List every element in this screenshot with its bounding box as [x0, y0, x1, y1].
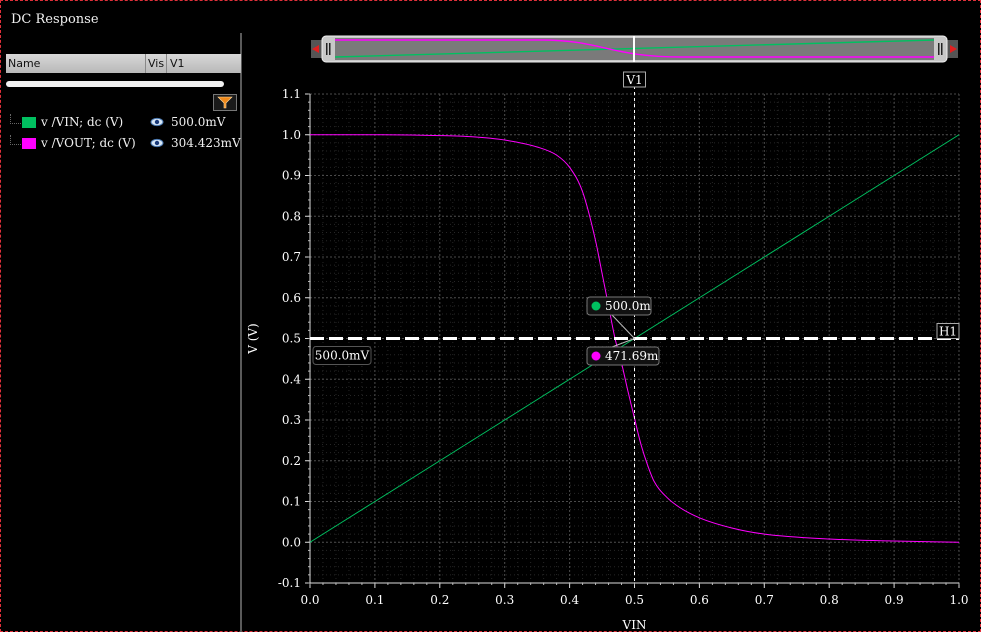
grip-left-icon[interactable]: [329, 43, 331, 55]
filter-icon: [217, 96, 233, 109]
column-vis[interactable]: Vis: [148, 57, 164, 70]
legend-header: Name Vis V1: [6, 54, 241, 73]
overview-scrollbar[interactable]: [311, 35, 958, 63]
grip-left-icon[interactable]: [326, 43, 328, 55]
cursor-value: 500.0mV: [171, 115, 226, 129]
eye-icon[interactable]: [150, 116, 164, 128]
filter-button[interactable]: [213, 94, 237, 111]
eye-icon[interactable]: [150, 137, 164, 149]
column-separator[interactable]: [145, 54, 146, 73]
window-frame: [0, 0, 981, 632]
grip-right-icon[interactable]: [938, 43, 940, 55]
cursor-value: 304.423mV: [171, 136, 241, 150]
signal-name: v /VIN; dc (V): [41, 115, 124, 129]
legend-scrollbar[interactable]: [6, 81, 224, 87]
column-name[interactable]: Name: [8, 57, 40, 70]
panel-splitter[interactable]: [240, 33, 242, 632]
column-v1[interactable]: V1: [170, 57, 185, 70]
grip-right-icon[interactable]: [941, 43, 943, 55]
color-swatch: [22, 117, 36, 128]
column-separator[interactable]: [166, 54, 167, 73]
window-title: DC Response: [11, 12, 99, 27]
overview-cursor: [633, 36, 635, 62]
tree-connector: [10, 114, 21, 124]
tree-connector: [10, 135, 21, 145]
color-swatch: [22, 138, 36, 149]
signal-name: v /VOUT; dc (V): [41, 136, 136, 150]
